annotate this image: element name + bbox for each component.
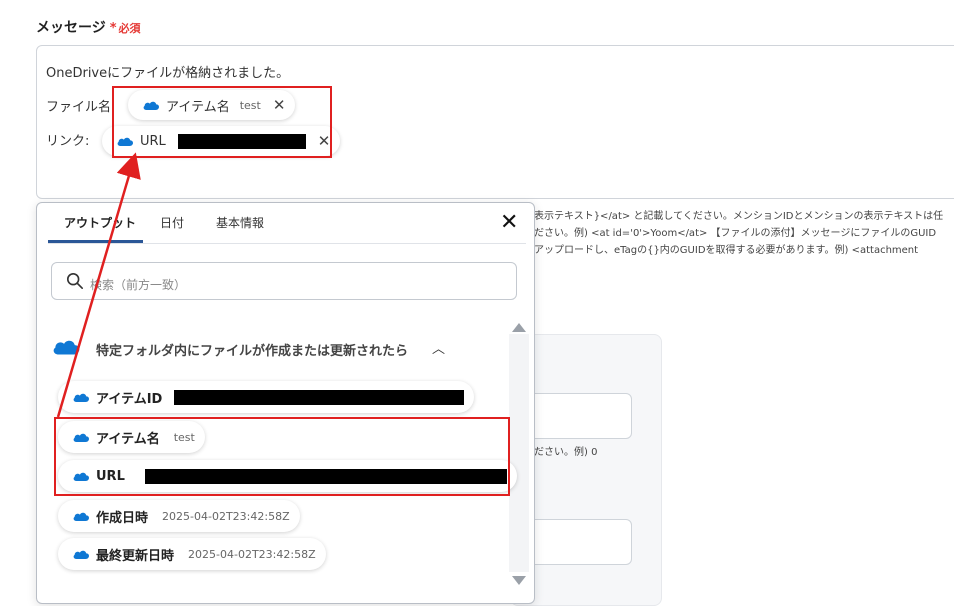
- output-item-created-at[interactable]: 作成日時 2025-04-02T23:42:58Z: [58, 500, 300, 532]
- required-mark: *: [109, 21, 117, 36]
- tab-date[interactable]: 日付: [160, 214, 184, 231]
- highlight-box-popup-items: [54, 417, 510, 496]
- output-item-value: 2025-04-02T23:42:58Z: [162, 509, 290, 523]
- onedrive-cloud-icon: [73, 512, 90, 521]
- search-placeholder: 検索（前方一致）: [90, 278, 187, 292]
- help-text-line-1: 表示テキスト}</at> と記載してください。メンションIDとメンションの表示テ…: [534, 211, 944, 222]
- message-link-prefix: リンク:: [46, 134, 90, 149]
- tab-basic-info[interactable]: 基本情報: [216, 214, 264, 231]
- search-icon: [66, 272, 84, 290]
- help-text-line-4: ださい。例) 0: [534, 447, 598, 458]
- output-item-value: 2025-04-02T23:42:58Z: [188, 547, 316, 561]
- message-label-text: メッセージ: [36, 20, 106, 36]
- output-item-label: 最終更新日時: [96, 548, 175, 564]
- scroll-up-arrow-icon[interactable]: [512, 323, 526, 332]
- onedrive-cloud-icon: [53, 340, 80, 355]
- close-icon[interactable]: ✕: [500, 212, 518, 234]
- active-tab-indicator: [48, 240, 143, 243]
- message-filename-prefix: ファイル名:: [46, 100, 116, 115]
- trigger-group-title[interactable]: 特定フォルダ内にファイルが作成または更新されたら: [96, 340, 408, 359]
- redacted-item-id: [174, 389, 465, 405]
- message-line-1: OneDriveにファイルが格納されました。: [46, 66, 290, 81]
- popup-scrollbar[interactable]: [509, 334, 529, 572]
- output-item-label: 作成日時: [96, 510, 149, 526]
- message-field-label: メッセージ * 必須: [36, 17, 141, 37]
- chevron-up-icon[interactable]: ︿: [432, 338, 445, 357]
- onedrive-cloud-icon: [73, 550, 90, 559]
- onedrive-cloud-icon: [73, 393, 90, 402]
- tab-divider: [48, 243, 526, 244]
- required-text: 必須: [118, 22, 141, 35]
- scroll-down-arrow-icon[interactable]: [512, 576, 526, 585]
- output-item-label: アイテムID: [96, 391, 163, 407]
- help-text-line-3: アップロードし、eTagの{}内のGUIDを取得する必要があります。例) <at…: [534, 245, 919, 256]
- background-input-2[interactable]: [520, 519, 632, 565]
- background-input-1[interactable]: [520, 393, 632, 439]
- output-item-last-modified[interactable]: 最終更新日時 2025-04-02T23:42:58Z: [58, 538, 326, 570]
- output-item-item-id[interactable]: アイテムID: [58, 381, 475, 413]
- help-text-line-2: ださい。例) <at id='0'>Yoom</at> 【ファイルの添付】メッセ…: [534, 228, 937, 239]
- tab-output[interactable]: アウトプット: [64, 214, 136, 231]
- highlight-box-message-chips: [112, 86, 332, 158]
